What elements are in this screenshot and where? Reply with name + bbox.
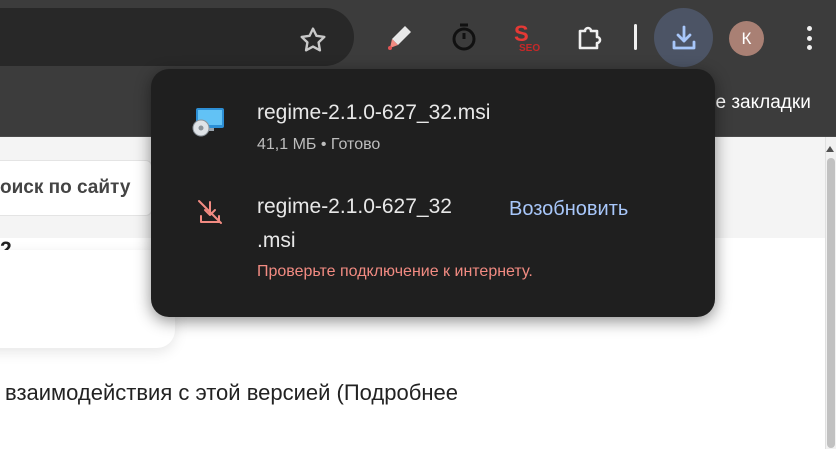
downloads-bubble: regime-2.1.0-627_32.msi 41,1 МБ • Готово… xyxy=(151,69,715,317)
extensions-puzzle-icon[interactable] xyxy=(570,17,610,57)
profile-avatar[interactable]: К xyxy=(729,21,764,56)
scrollbar-thumb[interactable] xyxy=(827,158,835,448)
download-filename-line1[interactable]: regime-2.1.0-627_32 xyxy=(257,195,452,219)
download-failed-icon xyxy=(195,197,225,227)
download-error-message: Проверьте подключение к интернету. xyxy=(257,263,533,280)
download-filename-line2[interactable]: .msi xyxy=(257,229,296,253)
browser-menu-kebab-icon[interactable] xyxy=(797,22,821,54)
all-bookmarks-link[interactable]: се закладки xyxy=(706,92,811,114)
toolbar-separator xyxy=(634,24,637,50)
browser-toolbar: S SEO К xyxy=(0,0,836,77)
page-body-text: взаимодействия с этой версией (Подробнее xyxy=(5,380,458,405)
installer-file-icon xyxy=(191,106,227,138)
svg-text:SEO: SEO xyxy=(519,43,540,53)
scroll-up-arrow-icon[interactable] xyxy=(826,146,834,152)
resume-download-button[interactable]: Возобновить xyxy=(509,198,628,221)
site-search-placeholder: оиск по сайту xyxy=(0,177,131,198)
download-status: 41,1 МБ • Готово xyxy=(257,136,381,153)
timer-extension-icon[interactable] xyxy=(444,17,484,57)
download-icon xyxy=(672,25,695,49)
bookmark-star-icon[interactable] xyxy=(297,24,329,56)
content-card xyxy=(0,250,175,348)
pen-extension-icon[interactable] xyxy=(380,17,420,57)
downloads-button[interactable] xyxy=(654,8,713,67)
download-filename[interactable]: regime-2.1.0-627_32.msi xyxy=(257,101,490,125)
seo-extension-icon[interactable]: S SEO xyxy=(506,17,546,57)
